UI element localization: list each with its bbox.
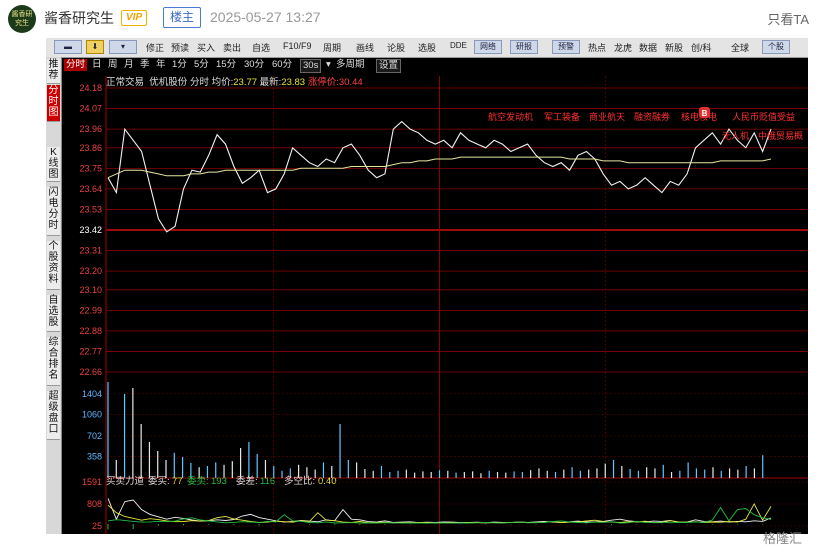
price-tick-label: 23.86 [79,143,102,153]
price-tick-label: 22.77 [79,346,102,356]
volume-tick-label: 358 [87,452,102,462]
indicator-name: 买卖力道 [106,475,145,487]
concept-tag: 融资融券 [634,111,670,122]
indicator-tick-label: 808 [87,499,102,509]
price-tick-label: 23.64 [79,184,102,194]
price-tick-label: 23.31 [79,246,102,256]
price-tick-label: 22.88 [79,326,102,336]
price-tick-label: 23.10 [79,285,102,295]
only-view-link[interactable]: 只看TA [767,9,809,28]
post-header: 酱香研究生 酱香研究生 VIP 楼主 2025-05-27 13:27 只看TA [0,0,837,34]
indicator-sell-value: 193 [211,476,227,487]
concept-tag: 人民币贬值受益 [732,111,795,122]
concept-tag: 中俄贸易概 [758,130,803,141]
avatar[interactable]: 酱香研究生 [8,5,36,33]
price-tick-label: 23.20 [79,266,102,276]
buy-marker-label: B [702,109,708,118]
concept-tag: 商业航天 [589,111,625,122]
volume-tick-label: 1404 [82,389,102,399]
timeshare-chart: 24.18 24.07 23.96 23.86 23.75 23.64 23.53 23.42… [79,76,808,534]
price-tick-label: 23.96 [79,124,102,134]
indicator-buy-value: 77 [172,476,183,487]
price-tick-label: 23.75 [79,163,102,173]
volume-tick-label: 1060 [82,409,102,419]
price-tick-label: 23.42 [79,225,102,235]
op-badge: 楼主 [163,7,202,28]
concept-tag: 航空发动机 [488,111,533,122]
price-tick-label: 23.53 [79,204,102,214]
indicator-tick-label: 1591 [82,477,102,487]
indicator-ratio-label: 多空比: [284,475,315,487]
username[interactable]: 酱香研究生 [44,8,114,28]
stock-screenshot: ▬ ⬇ ▾ 修正 预读 买入 卖出 自选 F10/F9 周期 画线 论股 选股 … [46,38,808,534]
price-tick-label: 22.66 [79,367,102,377]
indicator-sell-label: 委卖: [187,475,209,487]
indicator-diff-label: 委差: [236,475,258,487]
post-timestamp: 2025-05-27 13:27 [210,9,321,25]
concept-tag: 无人机 [722,130,749,141]
volume-tick-label: 702 [87,431,102,441]
price-tick-label: 24.07 [79,104,102,114]
indicator-tick-label: 25 [92,521,102,531]
indicator-diff-value: 116 [260,476,275,487]
concept-tag: 军工装备 [544,111,580,122]
price-tick-label: 24.18 [79,83,102,93]
price-tick-label: 22.99 [79,305,102,315]
vip-badge: VIP [121,10,148,26]
indicator-buy-label: 委买: [148,475,170,487]
indicator-ratio-value: 0.40 [318,476,337,487]
watermark-logo: 格隆汇 [763,531,803,546]
